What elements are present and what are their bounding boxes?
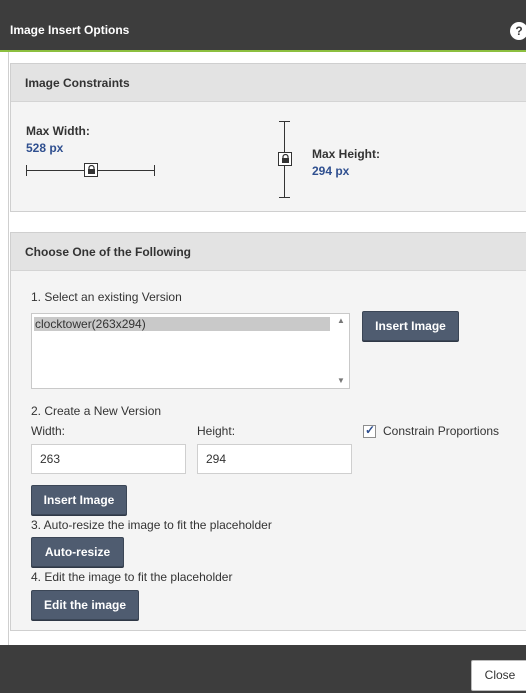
max-width-label: Max Width: <box>26 124 90 138</box>
constrain-proportions-label[interactable]: Constrain Proportions <box>383 424 499 438</box>
close-button[interactable]: Close <box>471 660 526 691</box>
image-constraints-header: Image Constraints <box>11 64 526 102</box>
scroll-down-icon[interactable]: ▼ <box>335 376 347 386</box>
insert-new-version-button[interactable]: Insert Image <box>31 485 127 515</box>
dialog-titlebar: Image Insert Options ? <box>0 0 526 52</box>
width-constraint-indicator <box>26 163 156 177</box>
height-lock-icon <box>278 152 292 166</box>
max-height-value: 294 px <box>312 164 350 178</box>
auto-resize-button[interactable]: Auto-resize <box>31 537 124 567</box>
scroll-up-icon[interactable]: ▲ <box>335 316 347 326</box>
step4-label: 4. Edit the image to fit the placeholder <box>31 570 233 584</box>
max-height-label: Max Height: <box>312 147 381 161</box>
step2-label: 2. Create a New Version <box>31 404 162 418</box>
max-width-value: 528 px <box>26 141 64 155</box>
insert-image-button[interactable]: Insert Image <box>362 311 459 341</box>
constrain-proportions-checkbox[interactable]: ✓ <box>363 423 376 438</box>
step3-label: 3. Auto-resize the image to fit the plac… <box>31 518 272 532</box>
checkmark-icon: ✓ <box>365 423 376 437</box>
help-icon[interactable]: ? <box>510 22 526 40</box>
list-item[interactable]: clocktower(263x294) <box>34 317 330 331</box>
image-insert-options-dialog: Image Insert Options ? Image Constraints… <box>0 0 526 693</box>
dialog-title: Image Insert Options <box>10 23 130 37</box>
edit-image-button[interactable]: Edit the image <box>31 590 139 620</box>
choose-option-header: Choose One of the Following <box>11 233 526 271</box>
height-input[interactable]: 294 <box>197 444 352 474</box>
step1-label: 1. Select an existing Version <box>31 290 182 304</box>
existing-versions-list[interactable]: clocktower(263x294) ▲ ▼ <box>31 313 350 389</box>
width-label: Width: <box>31 424 66 438</box>
width-input[interactable]: 263 <box>31 444 186 474</box>
dialog-footer <box>0 645 526 693</box>
height-label: Height: <box>197 424 236 438</box>
width-lock-icon <box>84 163 98 177</box>
height-constraint-indicator <box>277 121 293 199</box>
